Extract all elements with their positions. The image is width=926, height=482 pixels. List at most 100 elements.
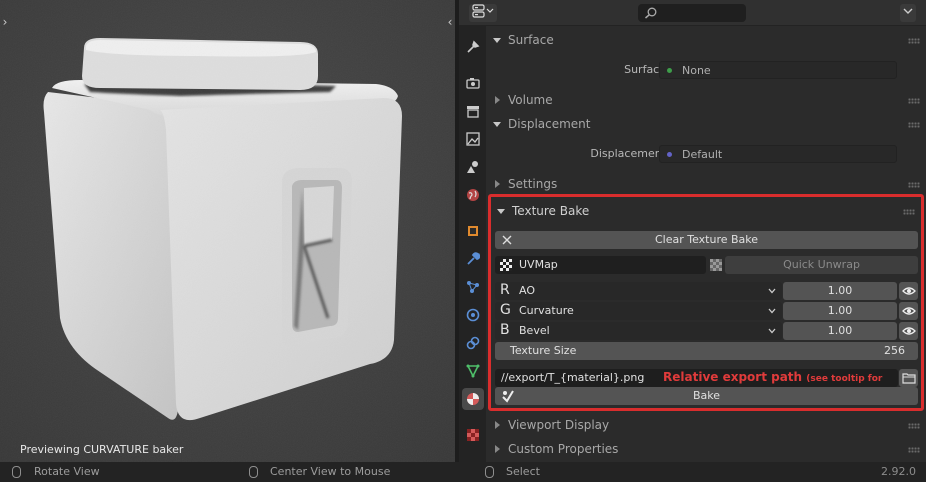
expand-arrow-icon [493,122,501,127]
texture-bake-panel: Texture Bake Clear Texture Bake UVMap Qu… [488,194,924,411]
section-displacement[interactable]: Displacement [487,113,926,137]
channel-letter: B [500,322,510,338]
options-dropdown-button[interactable] [900,4,916,22]
drag-grip-icon[interactable] [908,38,920,44]
drag-grip-icon[interactable] [908,182,920,188]
section-texture-bake[interactable]: Texture Bake [491,200,921,224]
tab-modifiers[interactable] [462,248,484,270]
quick-unwrap-icon [710,259,722,271]
channel-strength-field[interactable]: 1.00 [783,322,897,340]
tab-constraints[interactable] [462,332,484,354]
close-icon [502,235,512,245]
uv-map-field[interactable]: UVMap [495,256,706,274]
sidebar-toggle-right[interactable]: ‹ [445,14,455,30]
channel-name: AO [519,284,535,297]
uv-checker-icon [500,259,512,271]
section-surface[interactable]: Surface [487,29,926,53]
mouse-middle-icon [249,466,258,478]
tab-scene[interactable] [462,156,484,178]
tab-output[interactable] [462,100,484,122]
channel-strength-field[interactable]: 1.00 [783,282,897,300]
chevron-down-icon [768,328,776,334]
collapse-arrow-icon [495,445,500,453]
channel-visibility-button[interactable] [899,302,918,320]
editor-type-icon [472,4,494,18]
channel-type-dropdown[interactable]: G Curvature [495,302,782,320]
export-path-input[interactable]: //export/T_{material}.png Relative expor… [495,369,898,398]
scene-icon [467,161,478,173]
section-custom-properties[interactable]: Custom Properties [487,438,926,462]
channel-strength-field[interactable]: 1.00 [783,302,897,320]
eye-icon [902,287,916,295]
tab-object[interactable] [462,220,484,242]
quick-unwrap-button[interactable]: Quick Unwrap [725,256,918,274]
status-center-view: Center View to Mouse [270,465,391,478]
tab-particles[interactable] [462,276,484,298]
displacement-field[interactable]: Default [659,145,897,163]
version-label: 2.92.0 [881,465,916,478]
toolbar-toggle-left[interactable]: › [0,14,10,30]
drag-grip-icon[interactable] [908,423,920,429]
cube-render [0,0,455,462]
displacement-row: Displacement Default [487,144,926,164]
tab-texture[interactable] [462,424,484,446]
tool-icon [467,40,480,53]
eye-icon [902,307,916,315]
section-viewport-display[interactable]: Viewport Display [487,414,926,438]
editor-type-button[interactable] [469,4,497,22]
tab-view-layer[interactable] [462,128,484,150]
clear-texture-bake-button[interactable]: Clear Texture Bake [495,231,918,249]
bake-icon [502,390,514,403]
bake-button[interactable]: Bake [495,387,918,405]
drag-grip-icon[interactable] [908,447,920,453]
shader-socket-icon [667,68,672,73]
constraints-icon [466,336,480,350]
channel-name: Bevel [519,324,550,337]
channel-name: Curvature [519,304,574,317]
tab-physics[interactable] [462,304,484,326]
displacement-socket-icon [667,152,672,157]
3d-viewport[interactable]: › ‹ Previewing CURVATURE baker [0,0,455,462]
texture-size-field[interactable]: Texture Size 256 [495,342,918,360]
chevron-down-icon [768,288,776,294]
drag-grip-icon[interactable] [903,209,915,215]
surface-shader-field[interactable]: None [659,61,897,79]
tab-object-data[interactable] [462,360,484,382]
eye-icon [902,327,916,335]
mouse-right-icon [485,466,494,478]
drag-grip-icon[interactable] [908,98,920,104]
drag-grip-icon[interactable] [908,122,920,128]
mesh-data-icon [466,364,480,378]
properties-search-input[interactable] [638,4,746,22]
expand-arrow-icon [497,209,505,214]
physics-icon [466,308,480,322]
expand-arrow-icon [493,38,501,43]
properties-tabs [459,26,486,462]
material-icon [467,393,479,405]
folder-icon [902,373,916,384]
tab-world[interactable] [462,184,484,206]
view-layer-icon [466,132,480,146]
texture-icon [467,429,479,441]
collapse-arrow-icon [495,180,500,188]
chevron-down-icon [768,308,776,314]
tab-render[interactable] [462,72,484,94]
chevron-down-icon [903,8,913,14]
tab-tool[interactable] [462,36,484,58]
channel-visibility-button[interactable] [899,282,918,300]
mouse-left-icon [12,466,21,478]
channel-visibility-button[interactable] [899,322,918,340]
tab-material[interactable] [462,388,484,410]
world-icon [467,189,479,201]
browse-folder-button[interactable] [899,369,918,387]
wrench-icon [467,252,480,265]
channel-type-dropdown[interactable]: B Bevel [495,322,782,340]
section-volume[interactable]: Volume [487,89,926,113]
render-icon [466,78,480,89]
channel-type-dropdown[interactable]: R AO [495,282,782,300]
object-icon [468,226,478,236]
collapse-arrow-icon [495,421,500,429]
particles-icon [467,281,479,293]
channel-letter: G [500,302,511,318]
channel-letter: R [500,282,510,298]
